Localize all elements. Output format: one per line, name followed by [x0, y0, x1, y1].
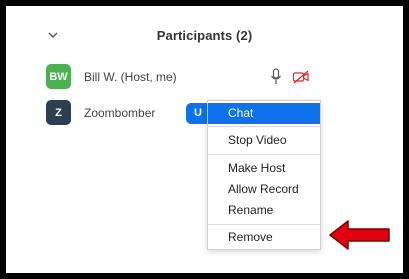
participant-action-button[interactable]: U: [186, 103, 208, 124]
video-off-icon[interactable]: [292, 69, 310, 85]
red-arrow-pointing-left-icon: [329, 220, 390, 250]
microphone-icon[interactable]: [269, 68, 283, 86]
participant-row[interactable]: BW Bill W. (Host, me): [6, 64, 403, 92]
menu-divider: [208, 154, 320, 155]
screenshot-frame: Participants (2) BW Bill W. (Host, me) Z…: [0, 0, 409, 279]
avatar: Z: [46, 100, 71, 125]
panel-title: Participants (2): [156, 28, 253, 43]
participant-name: Bill W. (Host, me): [84, 70, 177, 84]
menu-item-remove[interactable]: Remove: [208, 227, 320, 248]
participant-name: Zoombomber: [84, 106, 156, 120]
menu-item-make-host[interactable]: Make Host: [208, 158, 320, 179]
menu-item-chat[interactable]: Chat: [208, 103, 320, 124]
menu-divider: [208, 126, 320, 127]
participant-context-menu: Chat Stop Video Make Host Allow Record R…: [207, 100, 321, 250]
menu-item-rename[interactable]: Rename: [208, 200, 320, 221]
menu-item-stop-video[interactable]: Stop Video: [208, 130, 320, 151]
participants-header: Participants (2): [6, 24, 403, 48]
menu-item-allow-record[interactable]: Allow Record: [208, 179, 320, 200]
menu-divider: [208, 224, 320, 225]
avatar: BW: [46, 64, 71, 89]
participant-row[interactable]: Z Zoombomber U: [6, 100, 403, 128]
